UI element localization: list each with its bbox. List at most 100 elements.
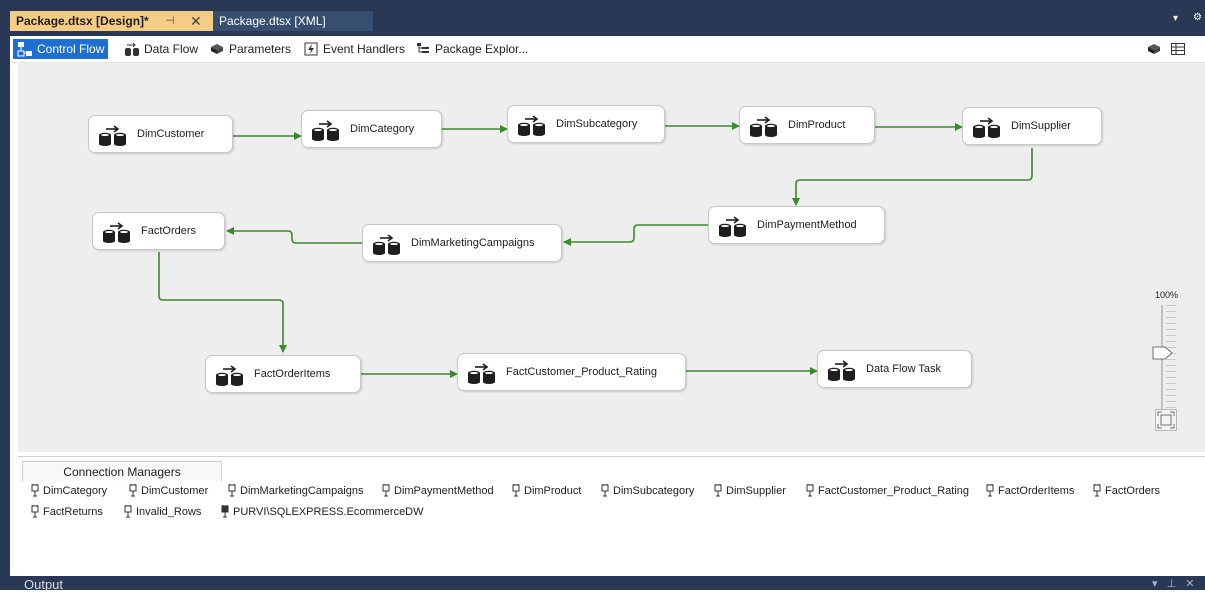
designer-tab-parameters[interactable]: Parameters: [209, 39, 291, 59]
zoom-slider-thumb[interactable]: [1152, 346, 1174, 360]
task-dim-category[interactable]: DimCategory: [301, 110, 442, 148]
task-dim-supplier[interactable]: DimSupplier: [962, 107, 1102, 145]
data-flow-task-icon: [311, 120, 340, 141]
task-dim-customer[interactable]: DimCustomer: [88, 115, 233, 153]
connection-manager-item[interactable]: FactReturns: [30, 505, 103, 518]
task-label: FactCustomer_Product_Rating: [506, 366, 658, 378]
task-label: DimPaymentMethod: [757, 219, 857, 231]
parameters-icon: [211, 44, 223, 54]
connection-managers-tab[interactable]: Connection Managers: [22, 461, 222, 481]
connection-plug-icon: [1093, 484, 1101, 497]
task-label: DimMarketingCampaigns: [411, 237, 535, 249]
task-dim-product[interactable]: DimProduct: [739, 106, 875, 144]
connection-manager-item[interactable]: DimPaymentMethod: [381, 484, 494, 497]
task-label: DimProduct: [788, 119, 846, 131]
task-dim-subcategory[interactable]: DimSubcategory: [507, 105, 665, 143]
task-label: DimCategory: [350, 123, 415, 135]
precedence-arrow[interactable]: [226, 227, 362, 244]
connection-managers-row: FactReturns Invalid_Rows PURVI\SQLEXPRES…: [30, 505, 1200, 521]
connection-manager-item[interactable]: DimSupplier: [713, 484, 786, 497]
designer-tab-event-handlers[interactable]: Event Handlers: [303, 39, 405, 59]
task-dim-payment-method[interactable]: DimPaymentMethod: [708, 206, 885, 244]
zoom-fit-icon: [1157, 411, 1175, 429]
connection-manager-item[interactable]: FactOrders: [1092, 484, 1160, 497]
connection-manager-label: DimMarketingCampaigns: [240, 484, 364, 497]
data-flow-task-icon: [467, 363, 496, 384]
connection-plug-icon: [31, 505, 39, 518]
window-chrome-left: [0, 0, 10, 590]
data-flow-icon: [125, 42, 139, 56]
precedence-arrow[interactable]: [563, 224, 708, 246]
connection-plug-icon: [601, 484, 609, 497]
connection-manager-item[interactable]: DimCategory: [30, 484, 107, 497]
close-tab-icon[interactable]: ✕: [190, 11, 202, 31]
designer-tab-label: Event Handlers: [323, 42, 406, 56]
data-flow-task-icon: [718, 216, 747, 237]
tab-package-xml[interactable]: Package.dtsx [XML]: [213, 11, 373, 31]
tab-list-dropdown-icon[interactable]: ▾: [1173, 13, 1178, 24]
connection-manager-item[interactable]: Invalid_Rows: [123, 505, 201, 518]
task-label: DimSubcategory: [556, 118, 638, 130]
connection-plug-icon: [986, 484, 994, 497]
data-flow-task-icon: [972, 117, 1001, 138]
connection-manager-label: DimCustomer: [141, 484, 209, 497]
data-flow-task-icon: [517, 115, 546, 136]
connection-manager-item[interactable]: FactCustomer_Product_Rating: [805, 484, 969, 497]
tab-package-xml-label: Package.dtsx [XML]: [219, 14, 326, 28]
zoom-to-fit-button[interactable]: [1155, 409, 1177, 431]
connection-plug-icon: [124, 505, 132, 518]
tab-package-design-label: Package.dtsx [Design]*: [16, 14, 149, 28]
task-dim-marketing-campaigns[interactable]: DimMarketingCampaigns: [362, 224, 562, 262]
pin-tab-icon[interactable]: ⊣: [165, 11, 175, 31]
task-fact-customer-product-rating[interactable]: FactCustomer_Product_Rating: [457, 353, 686, 391]
connection-manager-item[interactable]: DimProduct: [511, 484, 581, 497]
canvas-left-margin: [10, 63, 18, 452]
connection-plug-icon: [31, 484, 39, 497]
connection-plug-icon: [382, 484, 390, 497]
task-label: FactOrders: [141, 225, 197, 237]
designer-tab-data-flow[interactable]: Data Flow: [124, 39, 198, 59]
designer-tab-label: Package Explor...: [435, 42, 529, 56]
connection-manager-item[interactable]: DimSubcategory: [600, 484, 694, 497]
designer-tab-label: Parameters: [229, 42, 292, 56]
data-flow-task-icon: [215, 365, 244, 386]
ssis-toolbox-icon[interactable]: [1170, 41, 1186, 57]
output-dropdown-icon[interactable]: ▾: [1152, 578, 1158, 590]
tab-package-design[interactable]: Package.dtsx [Design]* ⊣ ✕: [10, 11, 213, 31]
control-flow-canvas[interactable]: DimCustomer DimCategory DimSubcategory D…: [18, 63, 1205, 452]
task-fact-orders[interactable]: FactOrders: [92, 212, 225, 250]
connection-plug-icon: [221, 505, 229, 518]
connection-manager-label: DimProduct: [524, 484, 582, 497]
output-pin-icon[interactable]: ⊥: [1167, 578, 1177, 590]
designer-tab-label: Control Flow: [37, 42, 105, 56]
data-flow-task-icon: [98, 125, 127, 146]
variables-icon[interactable]: [1146, 41, 1162, 57]
data-flow-task-icon: [102, 222, 131, 243]
precedence-arrow[interactable]: [792, 148, 1033, 206]
designer-tab-label: Data Flow: [144, 42, 199, 56]
connection-manager-item[interactable]: PURVI\SQLEXPRESS.EcommerceDW: [220, 505, 424, 518]
zoom-slider-track[interactable]: [1161, 305, 1163, 425]
task-data-flow-task[interactable]: Data Flow Task: [817, 350, 972, 388]
connection-manager-label: FactOrders: [1105, 484, 1161, 497]
connection-manager-label: FactReturns: [43, 505, 103, 518]
connection-manager-label: FactCustomer_Product_Rating: [818, 484, 970, 497]
connection-manager-label: DimCategory: [43, 484, 108, 497]
connection-plug-icon: [714, 484, 722, 497]
connection-manager-item[interactable]: FactOrderItems: [985, 484, 1074, 497]
settings-gear-icon[interactable]: ⚙: [1193, 12, 1202, 23]
connection-manager-item[interactable]: DimMarketingCampaigns: [227, 484, 364, 497]
output-panel-header[interactable]: [10, 576, 1205, 590]
connection-manager-label: Invalid_Rows: [136, 505, 202, 518]
precedence-arrow[interactable]: [158, 252, 287, 353]
designer-tab-control-flow[interactable]: Control Flow: [13, 39, 109, 59]
control-flow-icon: [17, 42, 32, 57]
task-fact-order-items[interactable]: FactOrderItems: [205, 355, 361, 393]
connection-manager-label: DimSubcategory: [613, 484, 695, 497]
connection-manager-item[interactable]: DimCustomer: [128, 484, 208, 497]
task-label: DimSupplier: [1011, 120, 1071, 132]
output-panel-controls: ▾ ⊥ ✕: [1152, 577, 1194, 590]
designer-tab-package-explorer[interactable]: Package Explor...: [415, 39, 528, 59]
output-close-icon[interactable]: ✕: [1185, 578, 1194, 590]
zoom-level-label: 100%: [1155, 290, 1179, 300]
